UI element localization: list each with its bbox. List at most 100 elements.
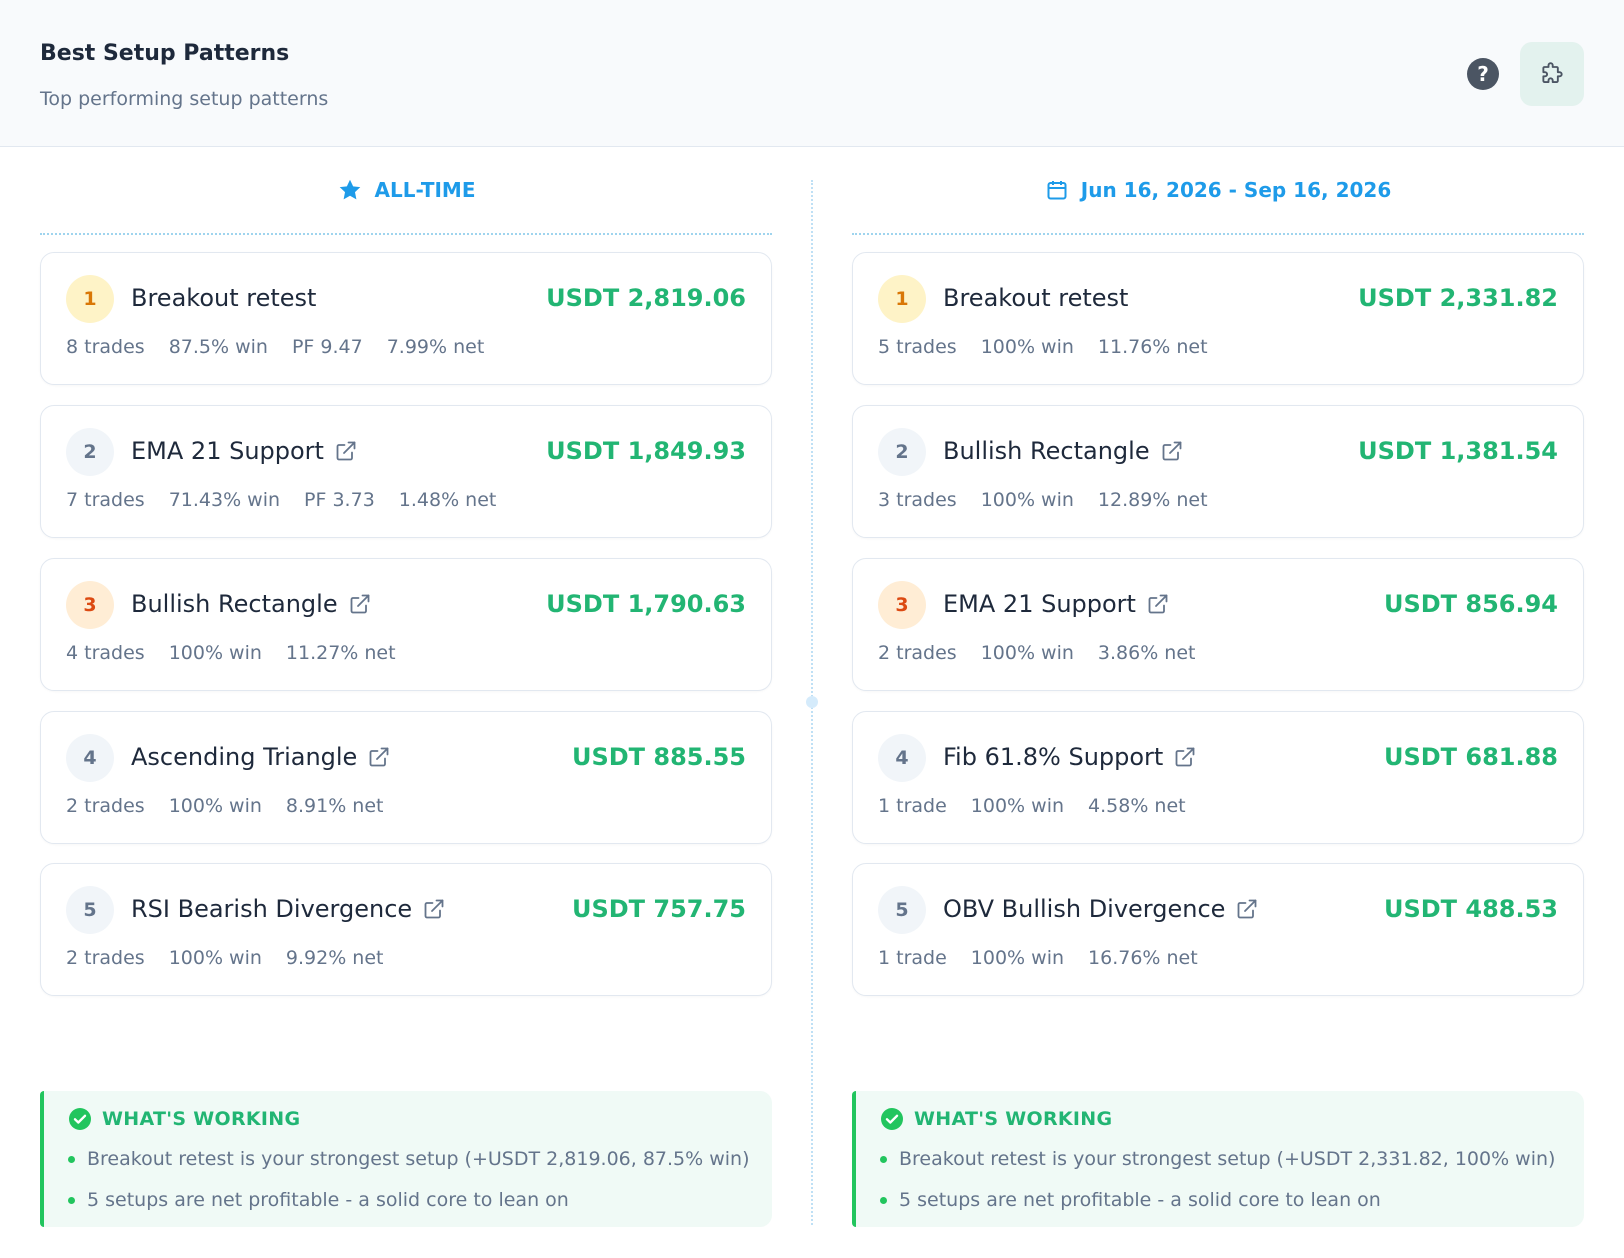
check-circle-icon	[68, 1107, 92, 1131]
setup-net-value: USDT 885.55	[571, 743, 746, 771]
setup-stat: 8.91% net	[285, 795, 384, 817]
help-button[interactable]: ?	[1467, 58, 1499, 90]
column-header: Jun 16, 2026 - Sep 16, 2026	[852, 147, 1584, 235]
setup-name-row: EMA 21 Support	[131, 437, 358, 465]
setup-name: Fib 61.8% Support	[943, 743, 1164, 771]
setup-name-row: Breakout retest	[131, 284, 316, 312]
setup-name: Ascending Triangle	[131, 743, 358, 771]
setup-name: OBV Bullish Divergence	[943, 895, 1226, 923]
setup-stat: 71.43% win	[168, 489, 281, 511]
external-link-icon[interactable]	[1173, 745, 1197, 769]
setup-stat: 100% win	[168, 795, 262, 817]
setup-card[interactable]: 2 Bullish Rectangle USDT 1,381.54 3 trades 1…	[852, 405, 1584, 538]
setup-stat: 11.76% net	[1097, 336, 1208, 358]
customize-button[interactable]	[1520, 42, 1584, 106]
column-label: ALL-TIME	[374, 178, 476, 202]
setup-name: Bullish Rectangle	[943, 437, 1150, 465]
setup-stat: 3 trades	[878, 489, 957, 511]
setup-stats: 4 trades 100% win 11.27% net	[66, 642, 396, 664]
setup-card[interactable]: 4 Fib 61.8% Support USDT 681.88 1 trade 100%…	[852, 711, 1584, 844]
check-circle-icon	[880, 1107, 904, 1131]
column-label: Jun 16, 2026 - Sep 16, 2026	[1080, 178, 1392, 202]
setup-net-value: USDT 757.75	[571, 895, 746, 923]
setup-stats: 2 trades 100% win 8.91% net	[66, 795, 384, 817]
setup-stats: 8 trades 87.5% win PF 9.47 7.99% net	[66, 336, 484, 358]
whats-working-title: WHAT'S WORKING	[68, 1107, 300, 1131]
setup-card[interactable]: 4 Ascending Triangle USDT 885.55 2 trades 10…	[40, 711, 772, 844]
external-link-icon[interactable]	[334, 439, 358, 463]
setup-stat: PF 9.47	[291, 336, 363, 358]
setup-stat: 7.99% net	[386, 336, 485, 358]
bullet-icon	[68, 1196, 75, 1204]
setup-stat: 1 trade	[878, 795, 947, 817]
rank-badge: 1	[66, 275, 114, 323]
setup-stat: 87.5% win	[168, 336, 268, 358]
setup-stat: 8 trades	[66, 336, 145, 358]
rank-badge: 4	[66, 734, 114, 782]
setup-name: Breakout retest	[943, 284, 1129, 312]
setup-name-row: RSI Bearish Divergence	[131, 895, 446, 923]
setup-name: RSI Bearish Divergence	[131, 895, 413, 923]
setup-stat: 2 trades	[878, 642, 957, 664]
external-link-icon[interactable]	[348, 592, 372, 616]
panel-header: Best Setup Patterns Top performing setup…	[0, 0, 1624, 147]
puzzle-icon	[1542, 62, 1563, 83]
bullet-icon	[68, 1155, 75, 1163]
star-icon	[337, 177, 363, 203]
setup-card[interactable]: 5 OBV Bullish Divergence USDT 488.53 1 trad…	[852, 863, 1584, 996]
setup-name: Bullish Rectangle	[131, 590, 338, 618]
setup-stat: 1 trade	[878, 947, 947, 969]
bullet-icon	[880, 1196, 887, 1204]
setup-name-row: OBV Bullish Divergence	[943, 895, 1259, 923]
setup-name: EMA 21 Support	[131, 437, 324, 465]
external-link-icon[interactable]	[367, 745, 391, 769]
rank-badge: 5	[66, 886, 114, 934]
setup-stat: 100% win	[970, 947, 1065, 969]
setup-stat: 4 trades	[66, 642, 145, 664]
setup-stat: 100% win	[168, 947, 262, 969]
setup-card[interactable]: 1 Breakout retest USDT 2,331.82 5 trades 100…	[852, 252, 1584, 385]
setup-net-value: USDT 488.53	[1383, 895, 1558, 923]
setup-card[interactable]: 3 EMA 21 Support USDT 856.94 2 trades 100% w…	[852, 558, 1584, 691]
bullet-icon	[880, 1155, 887, 1163]
setup-stat: 4.58% net	[1088, 795, 1186, 817]
rank-badge: 2	[878, 428, 926, 476]
whats-working-item: 5 setups are net profitable - a solid co…	[68, 1189, 569, 1211]
whats-working-item: Breakout retest is your strongest setup …	[68, 1148, 750, 1170]
setup-stat: 16.76% net	[1088, 947, 1198, 969]
external-link-icon[interactable]	[422, 897, 446, 921]
whats-working-box: WHAT'S WORKING Breakout retest is your st…	[40, 1091, 772, 1227]
whats-working-item: 5 setups are net profitable - a solid co…	[880, 1189, 1381, 1211]
external-link-icon[interactable]	[1146, 592, 1170, 616]
setup-stat: 2 trades	[66, 795, 145, 817]
external-link-icon[interactable]	[1160, 439, 1184, 463]
setup-name-row: Fib 61.8% Support	[943, 743, 1197, 771]
rank-badge: 5	[878, 886, 926, 934]
setup-name-row: Bullish Rectangle	[131, 590, 372, 618]
rank-badge: 4	[878, 734, 926, 782]
setup-card[interactable]: 2 EMA 21 Support USDT 1,849.93 7 trades 71.4…	[40, 405, 772, 538]
setup-stat: 100% win	[168, 642, 262, 664]
setup-stats: 2 trades 100% win 9.92% net	[66, 947, 384, 969]
setup-stats: 3 trades 100% win 12.89% net	[878, 489, 1208, 511]
divider-dot	[806, 696, 818, 708]
setup-net-value: USDT 1,849.93	[546, 437, 746, 465]
setup-stats: 2 trades 100% win 3.86% net	[878, 642, 1196, 664]
setup-stat: 5 trades	[878, 336, 957, 358]
setup-card[interactable]: 3 Bullish Rectangle USDT 1,790.63 4 trades 1…	[40, 558, 772, 691]
page-subtitle: Top performing setup patterns	[40, 88, 329, 110]
rank-badge: 1	[878, 275, 926, 323]
external-link-icon[interactable]	[1235, 897, 1259, 921]
whats-working-item: Breakout retest is your strongest setup …	[880, 1148, 1555, 1170]
setup-stats: 1 trade 100% win 4.58% net	[878, 795, 1186, 817]
setup-card[interactable]: 5 RSI Bearish Divergence USDT 757.75 2 trad…	[40, 863, 772, 996]
date-range-column: Jun 16, 2026 - Sep 16, 2026 1 Breakout ret…	[852, 147, 1584, 1258]
setup-name-row: Bullish Rectangle	[943, 437, 1184, 465]
setup-net-value: USDT 856.94	[1383, 590, 1558, 618]
setup-card[interactable]: 1 Breakout retest USDT 2,819.06 8 trades 87.…	[40, 252, 772, 385]
setup-stat: 2 trades	[66, 947, 145, 969]
rank-badge: 3	[878, 581, 926, 629]
setup-net-value: USDT 1,381.54	[1358, 437, 1558, 465]
setup-stat: 100% win	[980, 489, 1074, 511]
setup-name-row: Breakout retest	[943, 284, 1128, 312]
